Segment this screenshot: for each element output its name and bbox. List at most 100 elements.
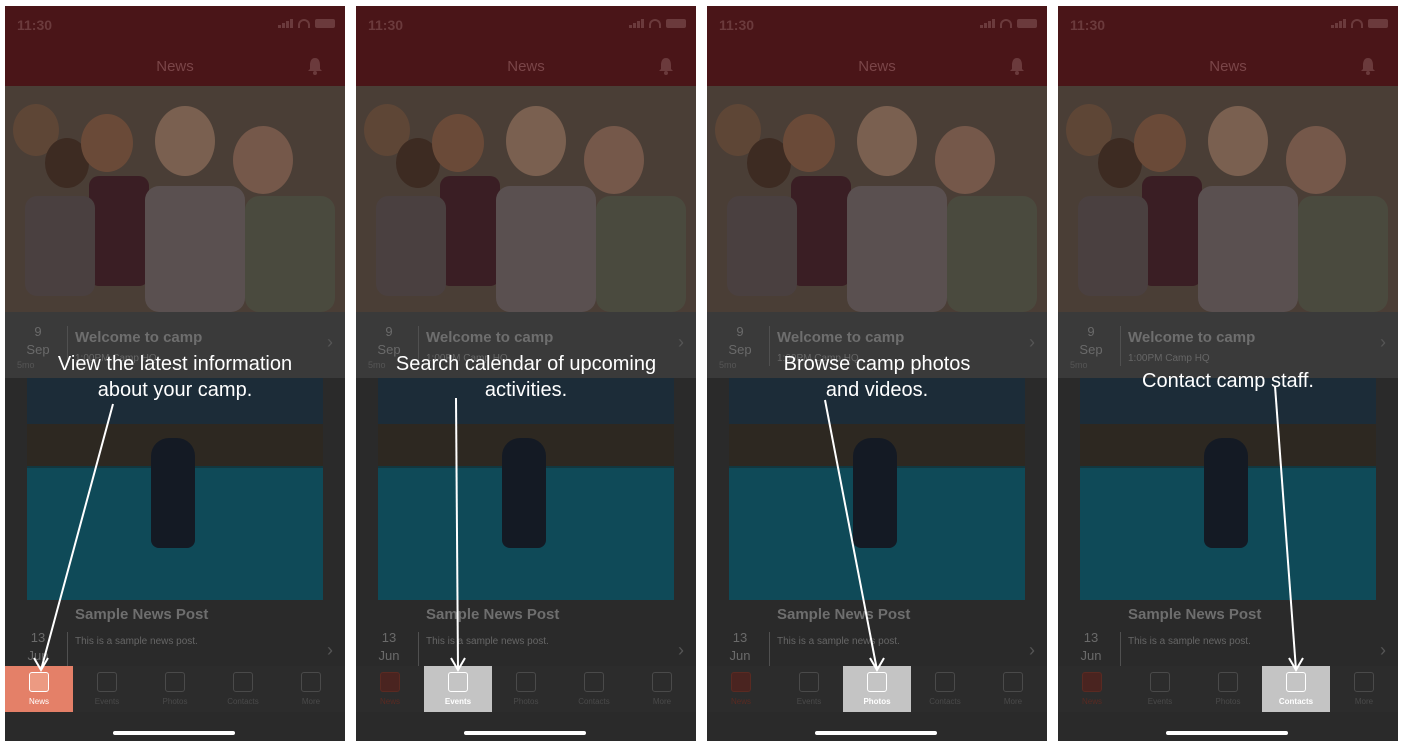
tab-label: Contacts [578,697,610,706]
divider [769,632,770,670]
photo-icon [867,672,887,692]
wifi-icon [1351,18,1363,28]
post-day: 13 [1083,630,1099,645]
tab-events[interactable]: Events [424,666,492,712]
tab-bar: News Events Photos Contacts More [5,666,345,712]
status-icons [629,18,686,28]
home-indicator[interactable] [464,731,586,735]
chevron-right-icon: › [678,640,684,660]
tab-contacts[interactable]: Contacts [911,666,979,712]
home-indicator[interactable] [815,731,937,735]
tab-contacts[interactable]: Contacts [560,666,628,712]
status-icons [1331,18,1388,28]
post-day: 13 [732,630,748,645]
post-body: This is a sample news post. [75,636,198,647]
tab-events[interactable]: Events [775,666,843,712]
nav-bar: News [5,50,345,86]
nav-bar: News [356,50,696,86]
tab-contacts[interactable]: Contacts [1262,666,1330,712]
signal-icon [629,18,644,28]
more-icon [1003,672,1023,692]
post-title: Sample News Post [75,606,209,623]
tab-label: Photos [162,697,188,706]
chevron-right-icon: › [1029,332,1035,352]
post-day: 9 [736,324,744,339]
post-month: Sep [1079,342,1103,357]
signal-icon [980,18,995,28]
phone-screen-1: 11:30 News 9 Sep 5mo Welcome to camp 1:0… [5,6,345,741]
post-title: Welcome to camp [75,329,203,346]
tab-label: Contacts [929,697,961,706]
hero-photo [356,86,696,312]
tab-photos[interactable]: Photos [141,666,209,712]
tab-more[interactable]: More [628,666,696,712]
tab-photos[interactable]: Photos [492,666,560,712]
home-indicator[interactable] [1166,731,1288,735]
tab-label: More [1003,697,1023,706]
chevron-right-icon: › [1380,640,1386,660]
post-title: Welcome to camp [777,329,905,346]
tab-label: News [1081,697,1102,706]
status-time: 11:30 [1070,17,1106,33]
nav-bar: News [1058,50,1398,86]
chevron-right-icon: › [327,332,333,352]
tab-news[interactable]: News [707,666,775,712]
pool-photo [27,378,323,600]
battery-icon [315,18,335,28]
phone-screen-2: 11:30 News 9 Sep 5mo Welcome to camp 1:0… [356,6,696,741]
photo-icon [1218,672,1238,692]
post-body: This is a sample news post. [426,636,549,647]
photo-icon [516,672,536,692]
post-day: 9 [34,324,42,339]
post-title: Welcome to camp [1128,329,1256,346]
tab-photos[interactable]: Photos [1194,666,1262,712]
bell-icon[interactable] [1360,57,1376,75]
home-indicator[interactable] [113,731,235,735]
tab-more[interactable]: More [979,666,1047,712]
tab-label: Events [94,697,120,706]
post-day: 13 [30,630,46,645]
signal-icon [278,18,293,28]
tab-more[interactable]: More [1330,666,1398,712]
chevron-right-icon: › [1380,332,1386,352]
bell-icon[interactable] [658,57,674,75]
calendar-icon [448,672,468,692]
tab-news[interactable]: News [5,666,73,712]
tab-label: Photos [863,697,891,706]
tab-bar: News Events Photos Contacts More [1058,666,1398,712]
tab-events[interactable]: Events [1126,666,1194,712]
status-bar: 11:30 [707,6,1047,50]
status-bar: 11:30 [1058,6,1398,50]
contact-icon [1286,672,1306,692]
phone-screen-3: 11:30 News 9 Sep 5mo Welcome to camp 1:0… [707,6,1047,741]
post-title: Sample News Post [426,606,560,623]
tab-photos[interactable]: Photos [843,666,911,712]
tab-news[interactable]: News [356,666,424,712]
hero-photo [1058,86,1398,312]
pool-photo [1080,378,1376,600]
bell-icon[interactable] [307,57,323,75]
tab-label: News [379,697,400,706]
page-title: News [1209,58,1247,75]
tab-label: Contacts [1278,697,1314,706]
battery-icon [1368,18,1388,28]
tab-label: Contacts [227,697,259,706]
tab-events[interactable]: Events [73,666,141,712]
tab-news[interactable]: News [1058,666,1126,712]
tab-contacts[interactable]: Contacts [209,666,277,712]
tooltip-text: Browse camp photos and videos. [783,353,971,401]
post-month: Jun [1080,648,1102,663]
news-icon [29,672,49,692]
post-month: Jun [378,648,400,663]
status-bar: 11:30 [356,6,696,50]
tab-label: More [1354,697,1374,706]
contact-icon [935,672,955,692]
battery-icon [1017,18,1037,28]
tooltip-text: View the latest information about your c… [57,353,293,401]
tab-more[interactable]: More [277,666,345,712]
calendar-icon [799,672,819,692]
tab-bar: News Events Photos Contacts More [356,666,696,712]
contact-icon [233,672,253,692]
more-icon [652,672,672,692]
bell-icon[interactable] [1009,57,1025,75]
